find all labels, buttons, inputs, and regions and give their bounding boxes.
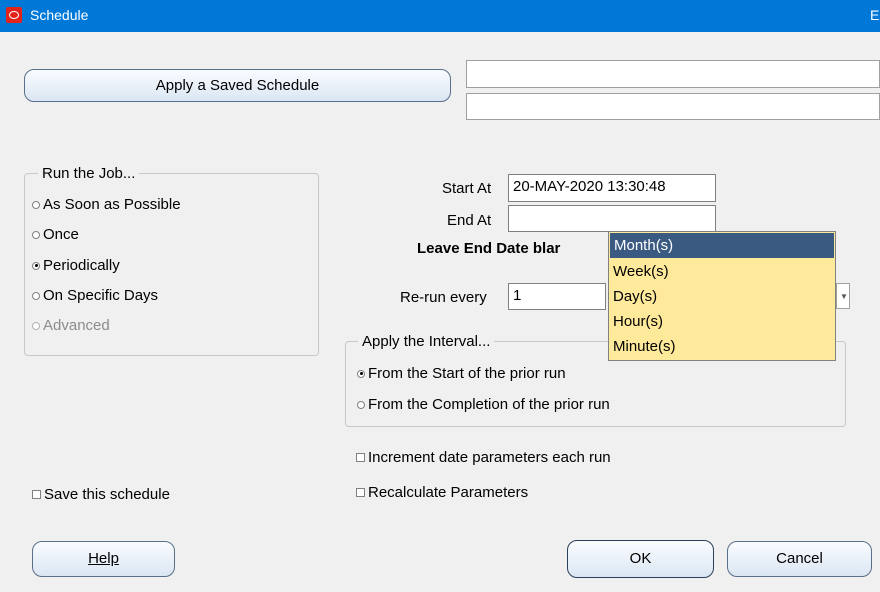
end-at-input[interactable] <box>508 205 716 232</box>
cancel-button[interactable]: Cancel <box>727 541 872 577</box>
saved-schedule-description-field[interactable] <box>466 93 880 120</box>
recalculate-parameters-checkbox[interactable]: Recalculate Parameters <box>356 484 528 501</box>
increment-date-checkbox[interactable]: Increment date parameters each run <box>356 449 611 466</box>
interval-unit-dropdown[interactable]: Month(s) Week(s) Day(s) Hour(s) Minute(s… <box>608 231 836 361</box>
checkbox-box <box>356 453 365 462</box>
run-job-legend: Run the Job... <box>38 165 140 182</box>
radio-from-start[interactable]: From the Start of the prior run <box>357 365 566 382</box>
radio-dot-selected <box>32 261 40 270</box>
radio-dot-selected <box>357 369 365 378</box>
rerun-every-input[interactable]: 1 <box>508 283 606 310</box>
radio-from-completion[interactable]: From the Completion of the prior run <box>357 396 610 413</box>
checkbox-box <box>356 488 365 497</box>
radio-on-specific-days[interactable]: On Specific Days <box>32 287 158 304</box>
save-schedule-checkbox[interactable]: Save this schedule <box>32 486 170 503</box>
end-at-label: End At <box>447 212 492 229</box>
help-button[interactable]: Help <box>32 541 175 577</box>
radio-dot <box>357 400 365 409</box>
radio-periodically[interactable]: Periodically <box>32 257 120 274</box>
dropdown-option-days[interactable]: Day(s) <box>609 284 835 309</box>
dropdown-option-months[interactable]: Month(s) <box>610 233 834 258</box>
radio-advanced: Advanced <box>32 317 110 334</box>
rerun-every-label: Re-run every <box>400 289 487 306</box>
apply-saved-schedule-label: Apply a Saved Schedule <box>155 77 320 94</box>
interval-legend: Apply the Interval... <box>358 333 495 350</box>
dropdown-option-minutes[interactable]: Minute(s) <box>609 334 835 359</box>
end-date-hint: Leave End Date blar <box>417 240 561 257</box>
radio-as-soon-as-possible[interactable]: As Soon as Possible <box>32 196 181 213</box>
radio-dot <box>32 291 40 300</box>
chevron-down-icon: ▼ <box>840 292 848 301</box>
radio-once[interactable]: Once <box>32 226 79 243</box>
start-at-input[interactable]: 20-MAY-2020 13:30:48 <box>508 174 716 202</box>
window-title-extra: E <box>870 7 880 23</box>
saved-schedule-name-field[interactable] <box>466 60 880 88</box>
radio-dot <box>32 200 40 209</box>
checkbox-box <box>32 490 41 499</box>
radio-dot <box>32 321 40 330</box>
oracle-logo-icon <box>6 7 22 23</box>
unit-combo-button[interactable]: ▼ <box>836 283 850 309</box>
dropdown-option-weeks[interactable]: Week(s) <box>609 259 835 284</box>
radio-dot <box>32 230 40 239</box>
title-bar: Schedule E <box>0 0 880 32</box>
window-title: Schedule <box>30 7 89 23</box>
apply-saved-schedule-button[interactable]: Apply a Saved Schedule <box>24 69 451 102</box>
dropdown-option-hours[interactable]: Hour(s) <box>609 309 835 334</box>
start-at-label: Start At <box>442 180 492 197</box>
ok-button[interactable]: OK <box>567 540 714 578</box>
